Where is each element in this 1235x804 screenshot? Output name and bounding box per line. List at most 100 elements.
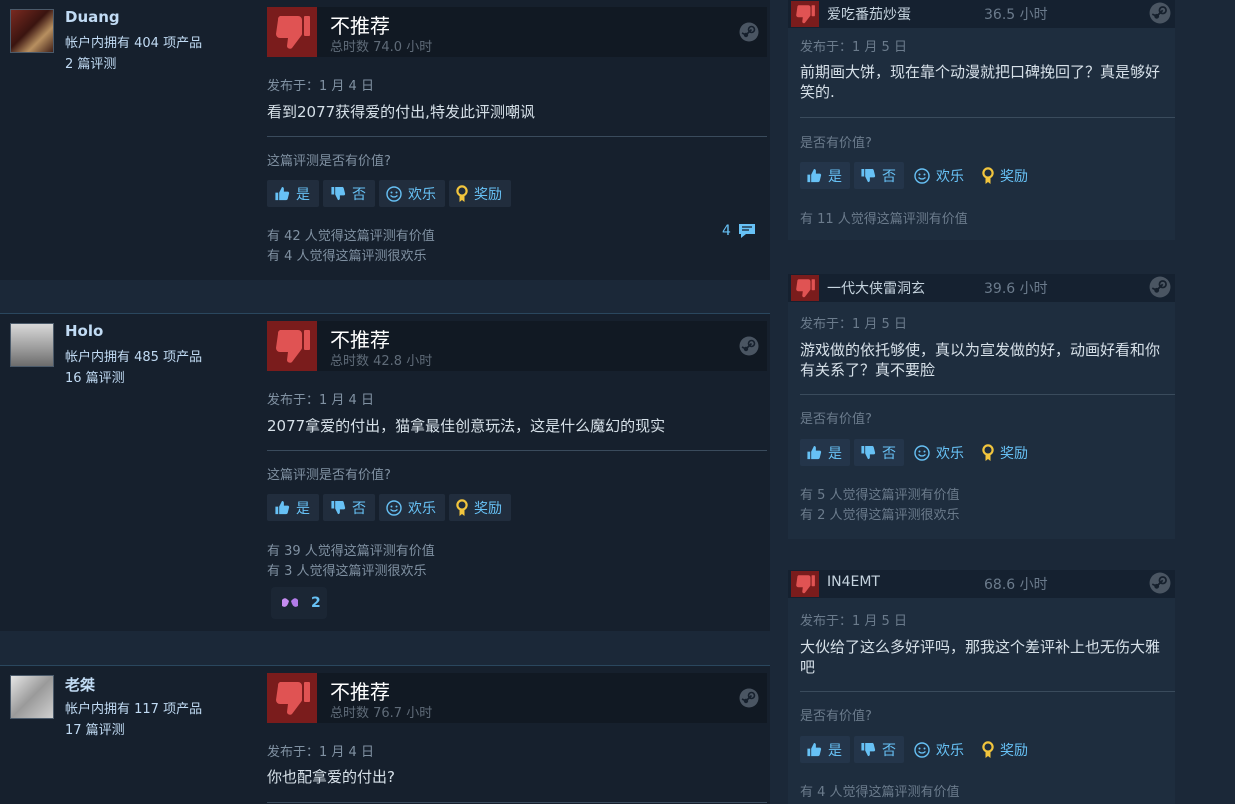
reviewer-name[interactable]: 爱吃番茄炒蛋 (827, 4, 911, 24)
thumb-down-icon (267, 321, 317, 371)
award-icon (982, 166, 994, 185)
vote-funny-label: 欢乐 (936, 742, 964, 759)
reviewer-review-count[interactable]: 17 篇评测 (65, 719, 125, 738)
vote-header[interactable]: 不推荐 总时数 76.7 小时 (267, 673, 767, 723)
playtime: 总时数 76.7 小时 (330, 706, 433, 721)
vote-funny-button[interactable]: 欢乐 (379, 494, 445, 521)
playtime: 总时数 74.0 小时 (330, 40, 433, 55)
award-icon (456, 498, 468, 517)
thumb-down-icon (861, 168, 876, 182)
vote-no-label: 否 (352, 186, 366, 203)
reviewer-products[interactable]: 帐户内拥有 117 项产品 (65, 698, 202, 717)
divider (800, 117, 1175, 118)
thumb-down-icon (861, 445, 876, 459)
posted-date: 发布于：1 月 4 日 (267, 393, 374, 408)
steam-icon (1149, 276, 1171, 298)
card-header[interactable]: 爱吃番茄炒蛋 36.5 小时 (788, 0, 1175, 28)
left-review-list: Duang 帐户内拥有 404 项产品 2 篇评测 不推荐 总时数 74.0 小… (0, 0, 770, 804)
avatar[interactable] (10, 675, 54, 719)
comment-count[interactable]: 4 (722, 222, 757, 240)
vote-buttons: 是 否 欢乐 奖励 (800, 439, 1036, 466)
review-content: 前期画大饼，现在靠个动漫就把口碑挽回了？真是够好笑的. (800, 63, 1161, 101)
helpful-question: 这篇评测是否有价值? (267, 468, 391, 483)
award-label: 奖励 (1000, 168, 1028, 185)
thumb-down-icon (791, 571, 819, 597)
thumb-up-icon (807, 445, 822, 459)
posted-date: 发布于：1 月 5 日 (800, 614, 907, 629)
vote-no-button[interactable]: 否 (323, 494, 375, 521)
comment-count-value: 4 (722, 223, 731, 239)
award-button[interactable]: 奖励 (976, 162, 1036, 189)
vote-funny-button[interactable]: 欢乐 (908, 162, 972, 189)
funny-count: 有 4 人觉得这篇评测很欢乐 (267, 249, 427, 264)
helpful-question: 这篇评测是否有价值? (267, 154, 391, 169)
vote-funny-label: 欢乐 (408, 500, 436, 517)
reviewer-name[interactable]: Holo (65, 322, 103, 340)
verdict-title: 不推荐 (330, 328, 390, 352)
vote-yes-button[interactable]: 是 (800, 439, 850, 466)
review-content: 看到2077获得爱的付出,特发此评测嘲讽 (267, 103, 535, 121)
thumb-down-icon (331, 186, 346, 200)
steam-icon (1149, 572, 1171, 594)
helpful-question: 是否有价值? (800, 136, 872, 151)
vote-no-button[interactable]: 否 (854, 439, 904, 466)
smile-icon (914, 167, 930, 184)
vote-no-button[interactable]: 否 (323, 180, 375, 207)
vote-yes-button[interactable]: 是 (800, 162, 850, 189)
thumb-down-icon (861, 742, 876, 756)
thumb-down-icon (331, 500, 346, 514)
vote-funny-button[interactable]: 欢乐 (379, 180, 445, 207)
award-button[interactable]: 奖励 (976, 439, 1036, 466)
vote-no-label: 否 (882, 742, 896, 759)
vote-buttons: 是 否 欢乐 奖励 (800, 736, 1036, 763)
heart-award-icon (282, 598, 298, 607)
playtime: 36.5 小时 (984, 7, 1048, 23)
reviewer-review-count[interactable]: 2 篇评测 (65, 53, 116, 72)
reviewer-products[interactable]: 帐户内拥有 485 项产品 (65, 346, 202, 365)
vote-header[interactable]: 不推荐 总时数 42.8 小时 (267, 321, 767, 371)
funny-count: 有 2 人觉得这篇评测很欢乐 (800, 508, 960, 523)
vote-no-button[interactable]: 否 (854, 162, 904, 189)
vote-yes-button[interactable]: 是 (800, 736, 850, 763)
award-icon (982, 443, 994, 462)
vote-funny-label: 欢乐 (936, 445, 964, 462)
vote-yes-label: 是 (296, 186, 310, 203)
review-card: 老桀 帐户内拥有 117 项产品 17 篇评测 不推荐 总时数 76.7 小时 … (0, 665, 770, 804)
reviewer-name[interactable]: 一代大侠雷洞玄 (827, 278, 925, 298)
reviewer-name[interactable]: Duang (65, 8, 120, 26)
received-awards[interactable]: 2 (271, 587, 327, 619)
avatar[interactable] (10, 323, 54, 367)
steam-icon (1149, 2, 1171, 24)
thumb-up-icon (807, 742, 822, 756)
vote-funny-button[interactable]: 欢乐 (908, 439, 972, 466)
funny-count: 有 3 人觉得这篇评测很欢乐 (267, 564, 427, 579)
helpful-count: 有 42 人觉得这篇评测有价值 (267, 229, 435, 244)
posted-date: 发布于：1 月 5 日 (800, 317, 907, 332)
posted-date: 发布于：1 月 4 日 (267, 745, 374, 760)
playtime: 39.6 小时 (984, 281, 1048, 297)
reviewer-products[interactable]: 帐户内拥有 404 项产品 (65, 32, 202, 51)
award-label: 奖励 (474, 186, 502, 203)
thumb-down-icon (791, 275, 819, 301)
card-header[interactable]: 一代大侠雷洞玄 39.6 小时 (788, 274, 1175, 302)
reviewer-review-count[interactable]: 16 篇评测 (65, 367, 125, 386)
award-label: 奖励 (1000, 742, 1028, 759)
vote-yes-button[interactable]: 是 (267, 494, 319, 521)
reviewer-name[interactable]: IN4EMT (827, 574, 880, 590)
review-content: 2077拿爱的付出，猫拿最佳创意玩法，这是什么魔幻的现实 (267, 417, 666, 435)
award-label: 奖励 (1000, 445, 1028, 462)
helpful-question: 是否有价值? (800, 412, 872, 427)
vote-yes-button[interactable]: 是 (267, 180, 319, 207)
avatar[interactable] (10, 9, 54, 53)
vote-header[interactable]: 不推荐 总时数 74.0 小时 (267, 7, 767, 57)
thumb-down-icon (267, 7, 317, 57)
award-button[interactable]: 奖励 (449, 494, 511, 521)
vote-funny-button[interactable]: 欢乐 (908, 736, 972, 763)
reviewer-name[interactable]: 老桀 (65, 674, 95, 695)
thumb-down-icon (267, 673, 317, 723)
vote-no-button[interactable]: 否 (854, 736, 904, 763)
award-button[interactable]: 奖励 (976, 736, 1036, 763)
divider (267, 802, 767, 803)
card-header[interactable]: IN4EMT 68.6 小时 (788, 570, 1175, 598)
award-button[interactable]: 奖励 (449, 180, 511, 207)
